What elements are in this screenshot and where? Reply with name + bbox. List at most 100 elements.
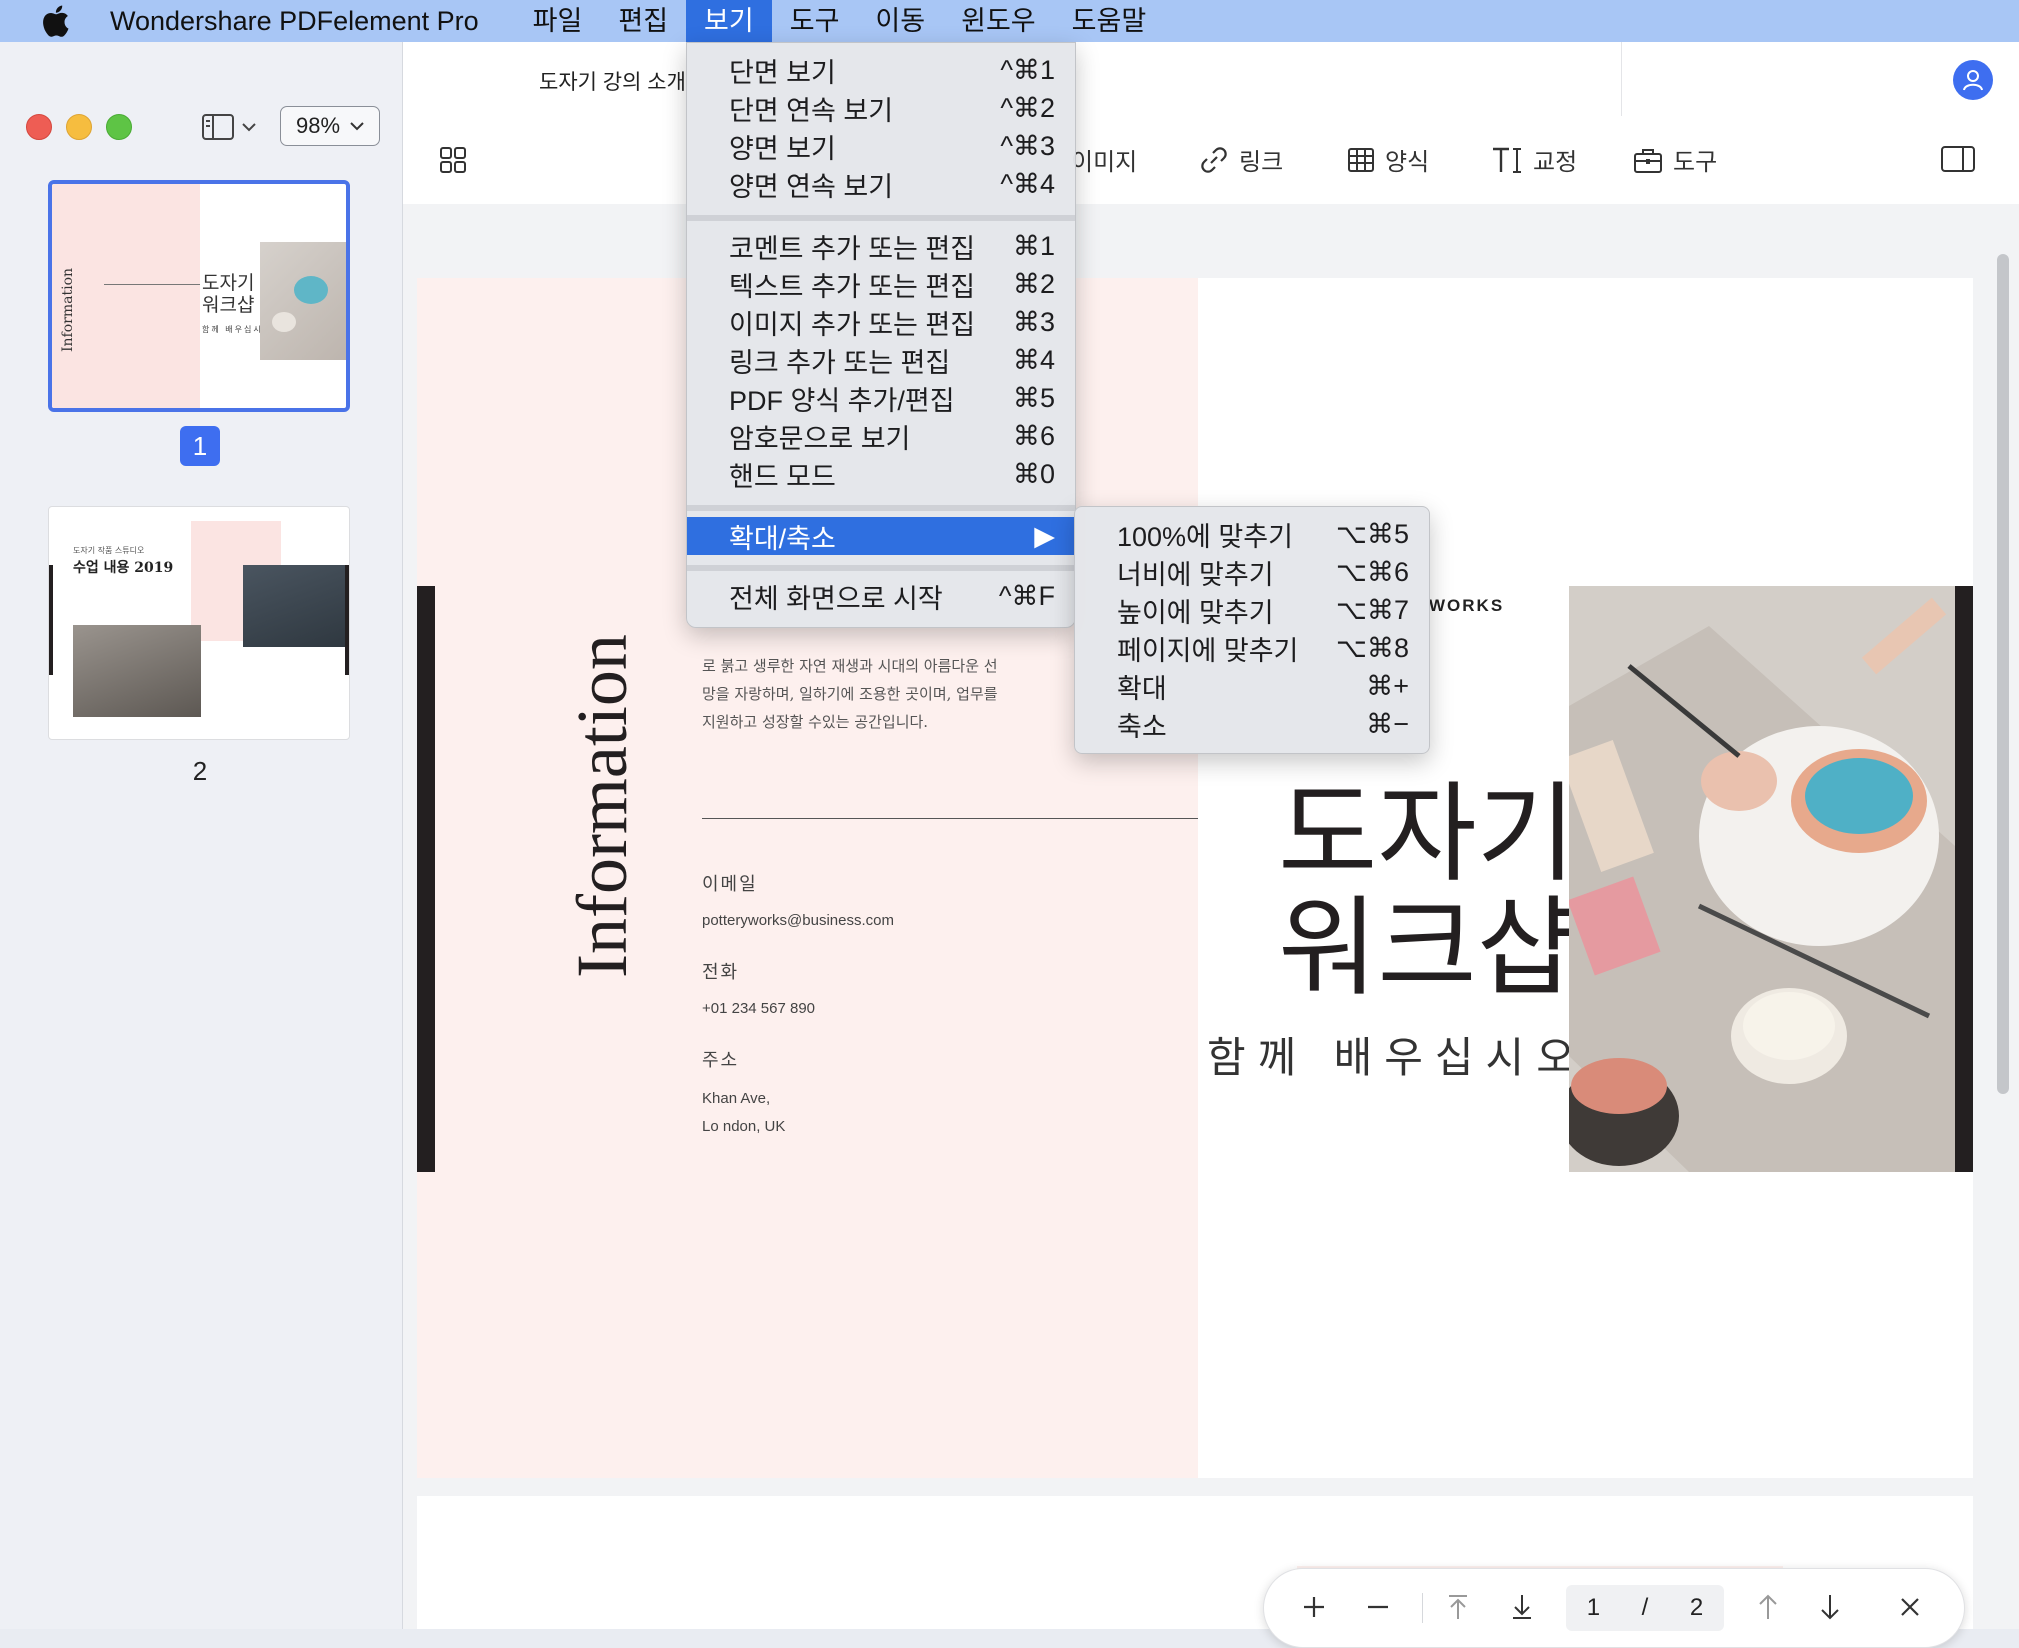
menu-item-text-edit[interactable]: 텍스트 추가 또는 편집 ⌘2 — [687, 265, 1075, 303]
submenu-item-fit-width[interactable]: 너비에 맞추기 ⌥⌘6 — [1075, 553, 1429, 591]
thumb2-bar-right — [345, 565, 349, 675]
menu-item-image-edit[interactable]: 이미지 추가 또는 편집 ⌘3 — [687, 303, 1075, 341]
thumbnail-sidebar: 98% Information 도자기 워크샵 함께 배우십시오 1 도자기 작… — [0, 42, 403, 1629]
tools-label: 도구 — [1673, 149, 1718, 176]
link-icon — [1201, 146, 1227, 173]
menu-edit[interactable]: 편집 — [600, 0, 686, 42]
menu-item-link-edit[interactable]: 링크 추가 또는 편집 ⌘4 — [687, 341, 1075, 379]
paragraph-line-3: 지원하고 성장할 수있는 공간입니다. — [702, 713, 929, 731]
menu-item-redaction-view[interactable]: 암호문으로 보기 ⌘6 — [687, 417, 1075, 455]
menu-item-zoom[interactable]: 확대/축소 ▶ — [687, 517, 1075, 555]
plus-icon — [1304, 1597, 1324, 1617]
thumb2-photo-right — [243, 565, 345, 647]
minus-icon — [1368, 1605, 1388, 1609]
window-maximize-button[interactable] — [106, 114, 132, 140]
chevron-down-icon — [350, 122, 364, 131]
thumb-divider — [104, 284, 200, 285]
right-panel-toggle-button[interactable] — [1941, 146, 1975, 177]
page-bar-left — [417, 586, 435, 1172]
next-page-button[interactable] — [1812, 1589, 1848, 1625]
menu-item-single-page[interactable]: 단면 보기 ^⌘1 — [687, 51, 1075, 89]
window-minimize-button[interactable] — [66, 114, 92, 140]
zoom-submenu: 100%에 맞추기 ⌥⌘5 너비에 맞추기 ⌥⌘6 높이에 맞추기 ⌥⌘7 페이지에 … — [1074, 506, 1430, 754]
thumb2-pre-title: 도자기 작품 스튜디오 — [73, 546, 145, 555]
form-tool-label: 양식 — [1385, 149, 1430, 176]
thumb2-bar-left — [49, 565, 53, 675]
close-icon — [1901, 1598, 1919, 1616]
thumb2-photo-left — [73, 625, 201, 717]
image-tool-button[interactable]: 이미지 — [1071, 142, 1137, 177]
submenu-item-fit-100[interactable]: 100%에 맞추기 ⌥⌘5 — [1075, 515, 1429, 553]
page-separator: / — [1641, 1594, 1649, 1621]
submenu-item-zoom-out[interactable]: 축소 ⌘− — [1075, 705, 1429, 743]
zoom-in-button[interactable] — [1296, 1589, 1332, 1625]
sidebar-toggle-button[interactable] — [202, 112, 256, 142]
thumb-photo — [260, 242, 346, 360]
form-tool-button[interactable]: 양식 — [1347, 142, 1429, 177]
phone-label: 전화 — [702, 962, 740, 983]
toolbox-icon — [1634, 148, 1662, 173]
last-page-button[interactable] — [1504, 1589, 1540, 1625]
link-tool-button[interactable]: 링크 — [1199, 142, 1283, 177]
submenu-arrow-icon: ▶ — [1034, 520, 1055, 551]
current-page-input[interactable]: 1 — [1587, 1594, 1600, 1622]
menu-item-comment-edit[interactable]: 코멘트 추가 또는 편집 ⌘1 — [687, 227, 1075, 265]
window-close-button[interactable] — [26, 114, 52, 140]
email-label: 이메일 — [702, 874, 758, 895]
total-pages: 2 — [1689, 1594, 1704, 1621]
first-page-button[interactable] — [1440, 1589, 1476, 1625]
view-menu-dropdown: 단면 보기 ^⌘1 단면 연속 보기 ^⌘2 양면 보기 ^⌘3 양면 연속 보기 ^⌘… — [686, 42, 1076, 628]
page-number-badge-1: 1 — [180, 426, 220, 466]
tools-button[interactable]: 도구 — [1633, 142, 1717, 177]
page-grid-button[interactable] — [439, 146, 467, 179]
user-account-button[interactable] — [1953, 60, 1993, 100]
menu-item-two-page[interactable]: 양면 보기 ^⌘3 — [687, 127, 1075, 165]
menu-item-form-edit[interactable]: PDF 양식 추가/편집 ⌘5 — [687, 379, 1075, 417]
page-number-label-2: 2 — [192, 756, 208, 786]
main-area: 도자기 강의 소개 이미지 링크 양식 교정 도구 Information 로 … — [403, 42, 2019, 1648]
menu-separator — [687, 565, 1075, 571]
menu-window[interactable]: 윈도우 — [943, 0, 1054, 42]
menu-item-single-continuous[interactable]: 단면 연속 보기 ^⌘2 — [687, 89, 1075, 127]
menu-item-two-page-continuous[interactable]: 양면 연속 보기 ^⌘4 — [687, 165, 1075, 203]
page-thumbnail-1[interactable]: Information 도자기 워크샵 함께 배우십시오 — [48, 180, 350, 412]
zoom-out-button[interactable] — [1360, 1589, 1396, 1625]
address-line-2: Lo ndon, UK — [702, 1118, 786, 1135]
paragraph-line-1: 로 붉고 생루한 자연 재생과 시대의 아름다운 선 — [702, 657, 998, 675]
brand-text: WORKS — [1429, 596, 1505, 615]
submenu-item-fit-page[interactable]: 페이지에 맞추기 ⌥⌘8 — [1075, 629, 1429, 667]
document-tab[interactable]: 도자기 강의 소개 — [539, 66, 686, 96]
tab-bar: 도자기 강의 소개 — [403, 42, 2019, 117]
vertical-scrollbar[interactable] — [1997, 254, 2009, 1094]
menu-help[interactable]: 도움말 — [1054, 0, 1165, 42]
menu-tools[interactable]: 도구 — [772, 0, 858, 42]
address-label: 주소 — [702, 1050, 740, 1071]
menu-file[interactable]: 파일 — [515, 0, 601, 42]
menu-item-hand-mode[interactable]: 핸드 모드 ⌘0 — [687, 455, 1075, 493]
zoom-select[interactable]: 98% — [280, 106, 380, 146]
proofread-tool-button[interactable]: 교정 — [1491, 142, 1577, 177]
panel-right-icon — [1941, 146, 1975, 172]
paragraph-line-2: 망을 자랑하며, 일하기에 조용한 곳이며, 업무를 — [702, 685, 998, 703]
apple-icon[interactable] — [0, 4, 110, 38]
link-tool-label: 링크 — [1239, 149, 1284, 176]
menu-item-fullscreen[interactable]: 전체 화면으로 시작 ^⌘F — [687, 577, 1075, 615]
menu-separator — [687, 505, 1075, 511]
previous-page-button[interactable] — [1750, 1589, 1786, 1625]
page-bar-right — [1955, 586, 1973, 1172]
sidebar-icon — [202, 114, 234, 140]
close-navigation-button[interactable] — [1892, 1589, 1928, 1625]
menu-view[interactable]: 보기 — [686, 0, 772, 42]
page-number-field[interactable]: 1 / 2 — [1566, 1585, 1724, 1631]
menu-go[interactable]: 이동 — [857, 0, 943, 42]
submenu-item-zoom-in[interactable]: 확대 ⌘+ — [1075, 667, 1429, 705]
submenu-item-fit-height[interactable]: 높이에 맞추기 ⌥⌘7 — [1075, 591, 1429, 629]
menu-separator — [687, 215, 1075, 221]
app-name-menu[interactable]: Wondershare PDFelement Pro — [110, 6, 479, 37]
content-divider — [702, 818, 1198, 819]
document-canvas[interactable]: Information 로 붉고 생루한 자연 재생과 시대의 아름다운 선 망… — [403, 204, 2019, 1629]
thumb2-title: 수업 내용 2019 — [73, 560, 174, 576]
user-icon — [1963, 70, 1983, 91]
proofread-tool-label: 교정 — [1533, 149, 1578, 176]
page-thumbnail-2[interactable]: 도자기 작품 스튜디오 수업 내용 2019 — [48, 506, 350, 740]
